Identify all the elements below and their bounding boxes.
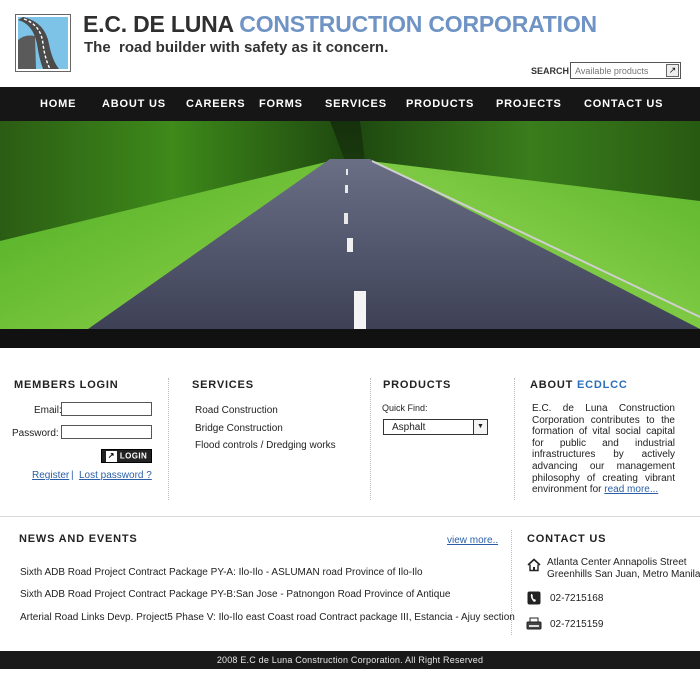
column-divider (511, 530, 512, 635)
tagline: The road builder with safety as it conce… (84, 39, 389, 56)
fax-icon (526, 617, 542, 631)
about-title: ABOUT ECDLCC (530, 379, 628, 391)
about-description: E.C. de Luna Construction Corporation co… (532, 403, 675, 496)
search-label: SEARCH (531, 66, 570, 76)
services-title: SERVICES (192, 379, 254, 391)
arrow-up-right-icon: ↗ (105, 450, 117, 462)
chevron-down-icon: ▼ (473, 420, 487, 434)
header: E.C. DE LUNA CONSTRUCTION CORPORATION Th… (0, 0, 700, 87)
view-more-link[interactable]: view more.. (447, 535, 498, 546)
service-link-flood-controls[interactable]: Flood controls / Dredging works (195, 440, 336, 451)
product-select[interactable]: Asphalt ▼ (383, 419, 488, 435)
main-nav: HOME ABOUT US CAREERS FORMS SERVICES PRO… (0, 87, 700, 121)
contact-title: CONTACT US (527, 533, 607, 545)
section-divider (0, 516, 700, 517)
nav-item-contact-us[interactable]: CONTACT US (584, 98, 663, 110)
search-input[interactable] (571, 63, 663, 78)
search-submit-button[interactable]: ↗ (666, 64, 679, 77)
password-field[interactable] (61, 425, 152, 439)
road-logo-icon[interactable] (15, 14, 71, 72)
nav-item-forms[interactable]: FORMS (259, 98, 303, 110)
brand-name-secondary: CONSTRUCTION CORPORATION (239, 11, 597, 37)
contact-fax: 02-7215159 (550, 619, 604, 630)
lost-password-link[interactable]: Lost password ? (79, 470, 152, 481)
email-field[interactable] (61, 402, 152, 416)
contact-address-line2: Greenhills San Juan, Metro Manila (547, 569, 700, 580)
nav-item-products[interactable]: PRODUCTS (406, 98, 474, 110)
email-label: Email: (34, 405, 62, 416)
news-title: NEWS AND EVENTS (19, 533, 138, 545)
brand-name: E.C. DE LUNA CONSTRUCTION CORPORATION (83, 11, 597, 38)
product-select-value: Asphalt (392, 422, 426, 433)
column-divider (370, 378, 371, 500)
nav-item-projects[interactable]: PROJECTS (496, 98, 562, 110)
read-more-link[interactable]: read more... (604, 484, 658, 495)
about-title-highlight: ECDLCC (576, 379, 628, 391)
password-label: Password: (12, 428, 59, 439)
service-link-bridge-construction[interactable]: Bridge Construction (195, 423, 283, 434)
nav-item-about-us[interactable]: ABOUT US (102, 98, 166, 110)
about-title-prefix: ABOUT (530, 379, 577, 391)
column-divider (168, 378, 169, 500)
login-button-label: LOGIN (119, 451, 148, 461)
banner-bottom-strip (0, 329, 700, 348)
home-icon (527, 558, 541, 572)
contact-address-line1: Atlanta Center Annapolis Street (547, 557, 687, 568)
link-separator: | (71, 470, 74, 481)
news-item[interactable]: Sixth ADB Road Project Contract Package … (20, 567, 423, 578)
brand-name-primary: E.C. DE LUNA (83, 11, 234, 37)
column-divider (514, 378, 515, 500)
phone-icon (527, 591, 541, 605)
nav-item-careers[interactable]: CAREERS (186, 98, 245, 110)
search-box: ↗ (570, 62, 681, 79)
service-link-road-construction[interactable]: Road Construction (195, 405, 278, 416)
nav-item-services[interactable]: SERVICES (325, 98, 387, 110)
arrow-up-right-icon: ↗ (668, 65, 677, 75)
hero-banner-road-image (0, 121, 700, 329)
quick-find-label: Quick Find: (382, 403, 428, 413)
footer-copyright: 2008 E.C de Luna Construction Corporatio… (216, 655, 484, 665)
about-text: E.C. de Luna Construction Corporation co… (532, 403, 675, 496)
news-item[interactable]: Sixth ADB Road Project Contract Package … (20, 589, 450, 600)
members-login-title: MEMBERS LOGIN (14, 379, 119, 391)
products-title: PRODUCTS (383, 379, 452, 391)
news-item[interactable]: Arterial Road Links Devp. Project5 Phase… (20, 612, 515, 623)
nav-item-home[interactable]: HOME (40, 98, 76, 110)
footer: 2008 E.C de Luna Construction Corporatio… (0, 651, 700, 669)
login-button[interactable]: ↗ LOGIN (101, 449, 152, 463)
contact-phone: 02-7215168 (550, 593, 604, 604)
register-link[interactable]: Register (32, 470, 69, 481)
